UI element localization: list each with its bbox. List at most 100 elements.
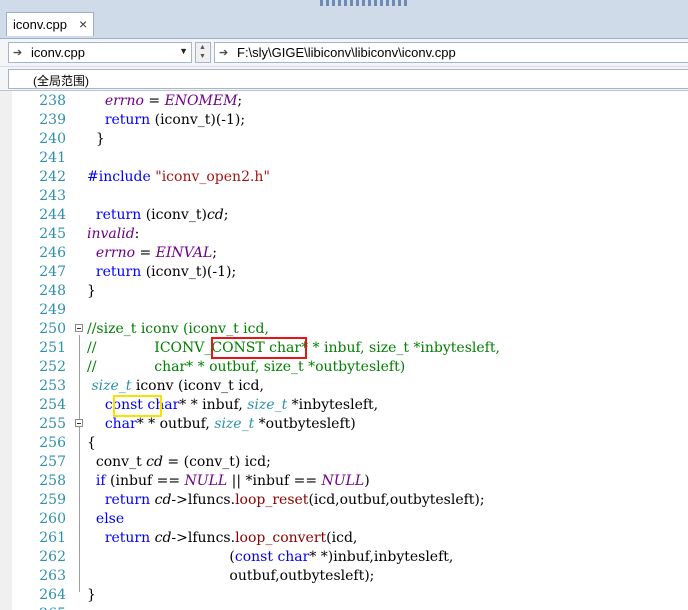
scope-dropdown-value: (全局范围): [33, 74, 89, 88]
code-line[interactable]: 245 invalid:: [0, 225, 688, 244]
spin-up-icon[interactable]: ▲: [199, 44, 206, 51]
line-number: 238: [39, 93, 66, 109]
line-number: 263: [39, 568, 66, 584]
code-line[interactable]: 244 return (iconv_t)cd;: [0, 206, 688, 225]
code-line[interactable]: 238 errno = ENOMEM;: [0, 92, 688, 111]
scope-bar: (全局范围): [0, 66, 688, 90]
line-number: 258: [39, 473, 66, 489]
navigation-bar: ➔ iconv.cpp ▼ ▲ ▼ ➔ F:\sly\GIGE\libiconv…: [0, 38, 688, 66]
code-line[interactable]: 262 (const char* *)inbuf,inbytesleft,: [0, 548, 688, 567]
line-number: 262: [39, 549, 66, 565]
code-line[interactable]: 246 errno = EINVAL;: [0, 244, 688, 263]
code-line[interactable]: 258 if (inbuf == NULL || *inbuf == NULL): [0, 472, 688, 491]
window-drag-strip: [320, 0, 410, 6]
code-line[interactable]: 256 {: [0, 434, 688, 453]
line-number: 246: [39, 245, 66, 261]
code-text: conv_t cd = (conv_t) icd;: [87, 454, 271, 470]
chevron-down-icon[interactable]: ▼: [179, 46, 188, 56]
document-tab-strip: iconv.cpp ×: [0, 0, 688, 38]
code-text: {: [87, 435, 96, 451]
code-line[interactable]: 249: [0, 301, 688, 320]
line-number: 245: [39, 226, 66, 242]
line-number: 249: [39, 302, 66, 318]
code-text: errno = EINVAL;: [95, 245, 217, 261]
code-text: #include "iconv_open2.h": [87, 169, 270, 185]
line-number: 265: [14, 605, 66, 610]
code-line[interactable]: 239 return (iconv_t)(-1);: [0, 111, 688, 130]
file-arrow-icon: ➔: [13, 47, 23, 59]
code-line[interactable]: 255 char* * outbuf, size_t *outbytesleft…: [0, 415, 688, 434]
code-line[interactable]: 263 outbuf,outbytesleft);: [0, 567, 688, 586]
file-dropdown-value: iconv.cpp: [31, 45, 85, 60]
line-number: 261: [39, 530, 66, 546]
code-text: outbuf,outbytesleft);: [87, 568, 375, 584]
line-number: 259: [39, 492, 66, 508]
code-line[interactable]: 260 else: [0, 510, 688, 529]
yellow-highlight-box: [113, 395, 162, 417]
code-line[interactable]: 241: [0, 149, 688, 168]
line-number: 248: [39, 283, 66, 299]
line-number: 242: [39, 169, 66, 185]
line-number: 244: [39, 207, 66, 223]
line-number: 260: [39, 511, 66, 527]
code-line[interactable]: 261 return cd->lfuncs.loop_convert(icd,: [0, 529, 688, 548]
line-number: 251: [39, 340, 66, 356]
code-text: errno = ENOMEM;: [104, 93, 243, 109]
path-dropdown-value: F:\sly\GIGE\libiconv\libiconv\iconv.cpp: [237, 45, 456, 60]
red-highlight-box: [211, 337, 307, 359]
code-text: return (iconv_t)(-1);: [104, 112, 246, 128]
code-text: // char* * outbuf, size_t *outbytesleft): [87, 359, 406, 375]
code-text: size_t iconv (iconv_t icd,: [91, 378, 264, 394]
code-text: (const char* *)inbuf,inbytesleft,: [87, 549, 454, 565]
line-number: 254: [39, 397, 66, 413]
line-number: 241: [39, 150, 66, 166]
fold-collapse-icon[interactable]: [75, 324, 83, 332]
tab-iconv-cpp[interactable]: iconv.cpp ×: [6, 12, 94, 36]
code-text: if (inbuf == NULL || *inbuf == NULL): [95, 473, 370, 489]
code-text: return (iconv_t)cd;: [95, 207, 229, 223]
code-line[interactable]: 259 return cd->lfuncs.loop_reset(icd,out…: [0, 491, 688, 510]
code-line[interactable]: 250//size_t iconv (iconv_t icd,: [0, 320, 688, 339]
code-text: return cd->lfuncs.loop_convert(icd,: [104, 530, 358, 546]
code-line[interactable]: 248}: [0, 282, 688, 301]
code-line[interactable]: 251// ICONV_CONST char* * inbuf, size_t …: [0, 339, 688, 358]
line-number: 243: [39, 188, 66, 204]
spin-down-icon[interactable]: ▼: [199, 53, 206, 60]
code-text: return cd->lfuncs.loop_reset(icd,outbuf,…: [104, 492, 485, 508]
code-line[interactable]: 257 conv_t cd = (conv_t) icd;: [0, 453, 688, 472]
line-number: 256: [39, 435, 66, 451]
scope-dropdown[interactable]: (全局范围): [8, 69, 688, 89]
code-line[interactable]: 254 const char* * inbuf, size_t *inbytes…: [0, 396, 688, 415]
code-text: return (iconv_t)(-1);: [95, 264, 237, 280]
line-number: 250: [39, 321, 66, 337]
code-text: char* * outbuf, size_t *outbytesleft): [104, 416, 356, 432]
code-line[interactable]: 253 size_t iconv (iconv_t icd,: [0, 377, 688, 396]
path-dropdown[interactable]: ➔ F:\sly\GIGE\libiconv\libiconv\iconv.cp…: [214, 42, 688, 63]
line-number: 255: [39, 416, 66, 432]
code-line[interactable]: 240 }: [0, 130, 688, 149]
code-text: invalid:: [87, 226, 140, 242]
code-editor[interactable]: 238 errno = ENOMEM; 239 return (iconv_t)(…: [0, 90, 688, 610]
line-number: 264: [39, 587, 66, 603]
code-line[interactable]: 252 // char* * outbuf, size_t *outbytesle…: [0, 358, 688, 377]
code-text: else: [95, 511, 125, 527]
line-number: 239: [39, 112, 66, 128]
fold-collapse-icon[interactable]: [75, 419, 83, 427]
code-text: }: [87, 283, 96, 299]
code-text: }: [87, 587, 96, 603]
line-number: 252: [39, 359, 66, 375]
line-number: 257: [39, 454, 66, 470]
code-text: }: [87, 131, 105, 147]
line-number: 253: [39, 378, 66, 394]
code-line[interactable]: 265: [0, 605, 688, 610]
code-line[interactable]: 264}: [0, 586, 688, 605]
tab-label: iconv.cpp: [13, 17, 67, 32]
code-line[interactable]: 247 return (iconv_t)(-1);: [0, 263, 688, 282]
code-line[interactable]: 243: [0, 187, 688, 206]
close-icon[interactable]: ×: [79, 16, 87, 32]
line-number: 247: [39, 264, 66, 280]
code-line[interactable]: 242 #include "iconv_open2.h": [0, 168, 688, 187]
split-spinner[interactable]: ▲ ▼: [195, 42, 211, 63]
file-dropdown[interactable]: ➔ iconv.cpp ▼: [8, 42, 192, 63]
line-number: 240: [39, 131, 66, 147]
